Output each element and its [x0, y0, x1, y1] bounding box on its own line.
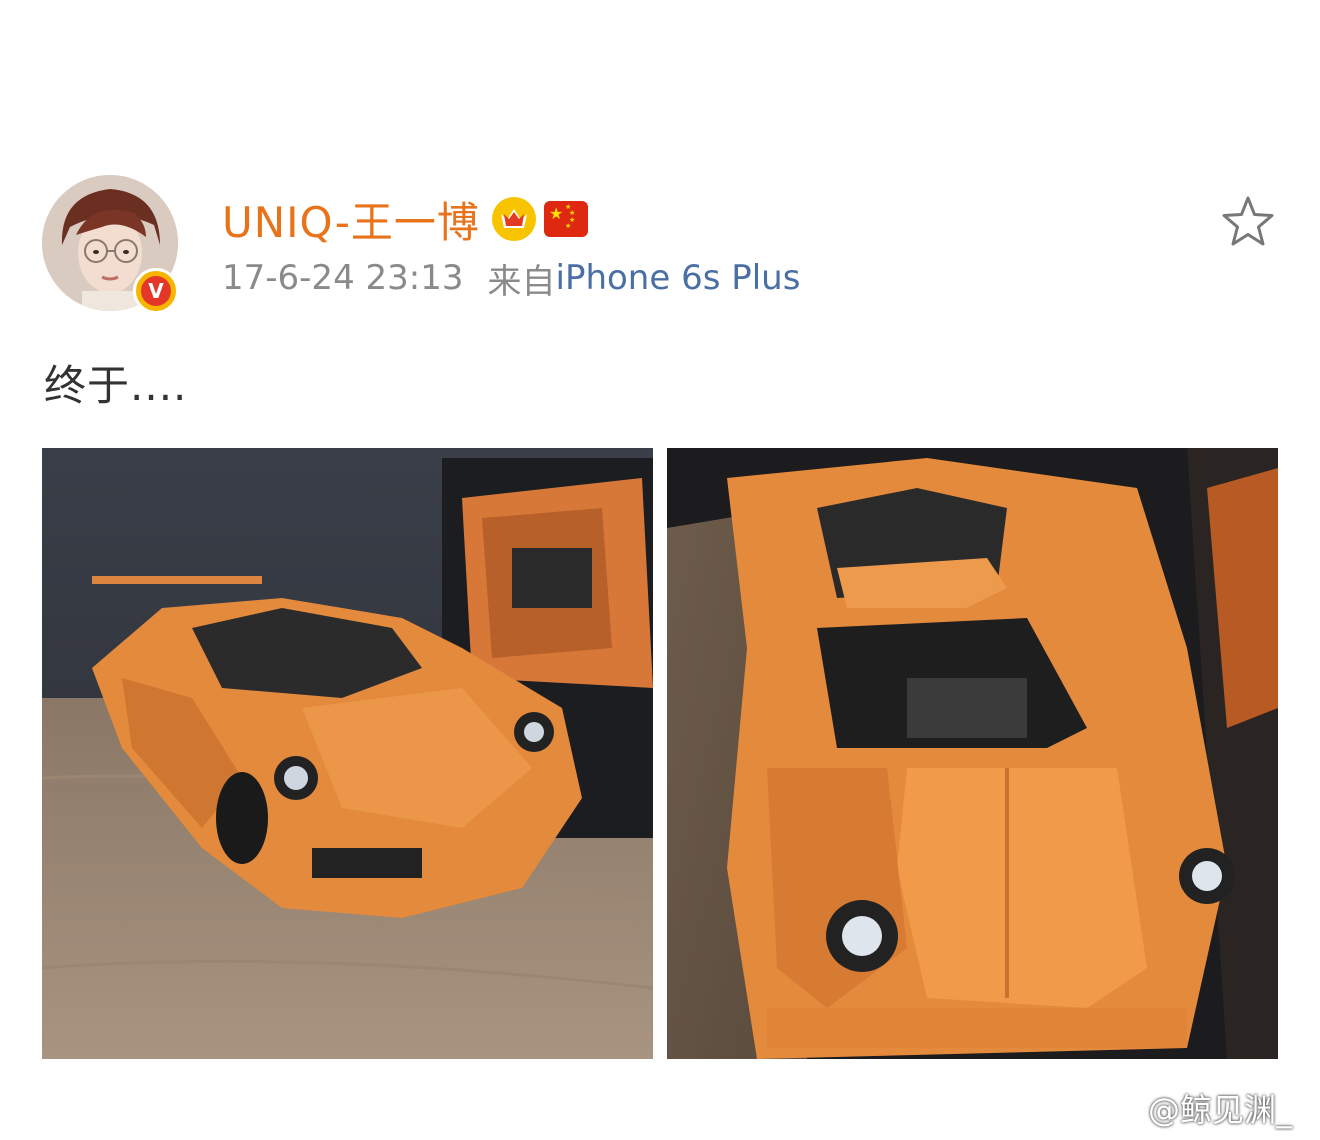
author-row: UNIQ-王一博 ★ ★ ★ ★ ★ — [222, 190, 588, 248]
weibo-post: V UNIQ-王一博 ★ ★ ★ ★ ★ 17-6-24 23:13 来自 iP… — [0, 0, 1320, 1140]
crown-icon[interactable] — [491, 197, 536, 241]
verified-badge: V — [133, 268, 179, 314]
source-prefix: 来自 — [487, 261, 556, 302]
post-image-1[interactable] — [42, 448, 653, 1059]
lego-car-photo-top — [667, 448, 1278, 1059]
watermark: @鲸见渊_ — [1098, 1086, 1292, 1130]
china-flag-icon: ★ ★ ★ ★ ★ — [543, 201, 588, 237]
lego-car-photo-side — [42, 448, 653, 1059]
favorite-star-icon[interactable] — [1220, 194, 1276, 250]
post-meta: 17-6-24 23:13 来自 iPhone 6s Plus — [222, 256, 801, 302]
weibo-logo-icon — [1099, 1093, 1142, 1126]
post-image-2[interactable] — [667, 448, 1278, 1059]
post-text: 终于.... — [44, 361, 188, 410]
source-device-link[interactable]: iPhone 6s Plus — [556, 258, 801, 298]
post-timestamp[interactable]: 17-6-24 23:13 — [222, 258, 464, 298]
watermark-handle: @鲸见渊_ — [1148, 1091, 1293, 1129]
username[interactable]: UNIQ-王一博 — [222, 189, 480, 250]
